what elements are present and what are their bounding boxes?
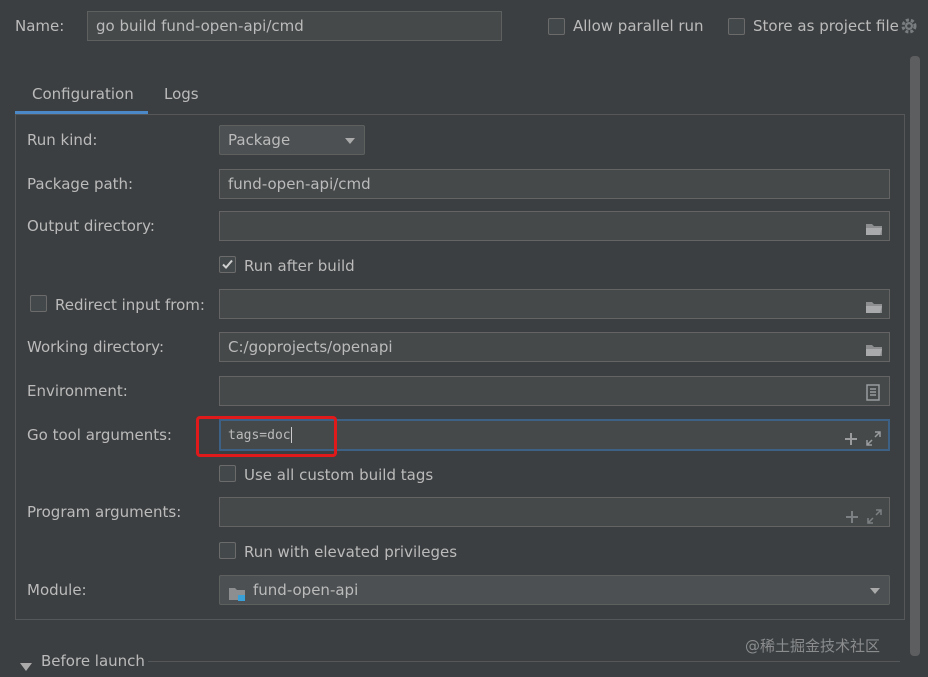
redirect-input-field[interactable] (219, 289, 890, 319)
elevated-checkbox[interactable] (219, 542, 236, 559)
working-directory-label: Working directory: (27, 338, 165, 356)
environment-label: Environment: (27, 382, 128, 400)
gear-icon[interactable] (900, 17, 918, 39)
expand-icon[interactable] (866, 428, 881, 449)
run-after-build-checkbox[interactable] (219, 256, 236, 273)
redirect-input-label: Redirect input from: (55, 296, 205, 314)
highlight-box (196, 416, 337, 457)
before-launch-label[interactable]: Before launch (41, 651, 145, 671)
before-launch-divider (148, 661, 900, 662)
program-args-label: Program arguments: (27, 503, 182, 521)
folder-icon[interactable] (865, 296, 883, 318)
use-custom-tags-checkbox[interactable] (219, 465, 236, 482)
redirect-input-checkbox[interactable] (30, 295, 47, 312)
document-icon[interactable] (866, 382, 880, 405)
output-directory-input[interactable] (219, 211, 890, 241)
watermark-text: @稀土掘金技术社区 (745, 637, 881, 655)
chevron-down-icon (345, 138, 355, 144)
store-project-label: Store as project file (753, 17, 899, 35)
run-kind-dropdown[interactable]: Package (219, 125, 365, 155)
plus-icon[interactable] (845, 505, 859, 526)
tab-configuration[interactable]: Configuration (32, 84, 134, 104)
run-kind-label: Run kind: (27, 131, 98, 149)
module-label: Module: (27, 581, 87, 599)
name-input[interactable]: go build fund-open-api/cmd (87, 11, 502, 41)
working-directory-input[interactable]: C:/goprojects/openapi (219, 332, 890, 362)
elevated-label: Run with elevated privileges (244, 543, 458, 561)
use-custom-tags-label: Use all custom build tags (244, 466, 434, 484)
run-after-build-label: Run after build (244, 257, 355, 275)
module-folder-icon (228, 583, 246, 604)
allow-parallel-checkbox[interactable] (548, 18, 565, 35)
package-path-input[interactable]: fund-open-api/cmd (219, 169, 890, 199)
environment-input[interactable] (219, 376, 890, 406)
plus-icon[interactable] (844, 428, 858, 449)
folder-icon[interactable] (865, 218, 883, 240)
allow-parallel-label: Allow parallel run (573, 17, 704, 35)
chevron-down-icon (870, 588, 880, 594)
name-label: Name: (15, 17, 65, 35)
checkmark-icon (222, 259, 233, 269)
go-tool-args-label: Go tool arguments: (27, 426, 172, 444)
program-args-input[interactable] (219, 497, 890, 527)
tab-logs[interactable]: Logs (164, 84, 199, 104)
expand-icon[interactable] (867, 505, 882, 526)
collapse-triangle-icon[interactable] (20, 657, 32, 675)
folder-icon[interactable] (865, 339, 883, 361)
output-directory-label: Output directory: (27, 217, 155, 235)
module-value: fund-open-api (253, 581, 359, 599)
run-kind-value: Package (228, 131, 291, 149)
store-project-checkbox[interactable] (728, 18, 745, 35)
module-dropdown[interactable]: fund-open-api (219, 575, 890, 605)
vertical-scrollbar[interactable] (910, 56, 920, 656)
package-path-label: Package path: (27, 175, 134, 193)
